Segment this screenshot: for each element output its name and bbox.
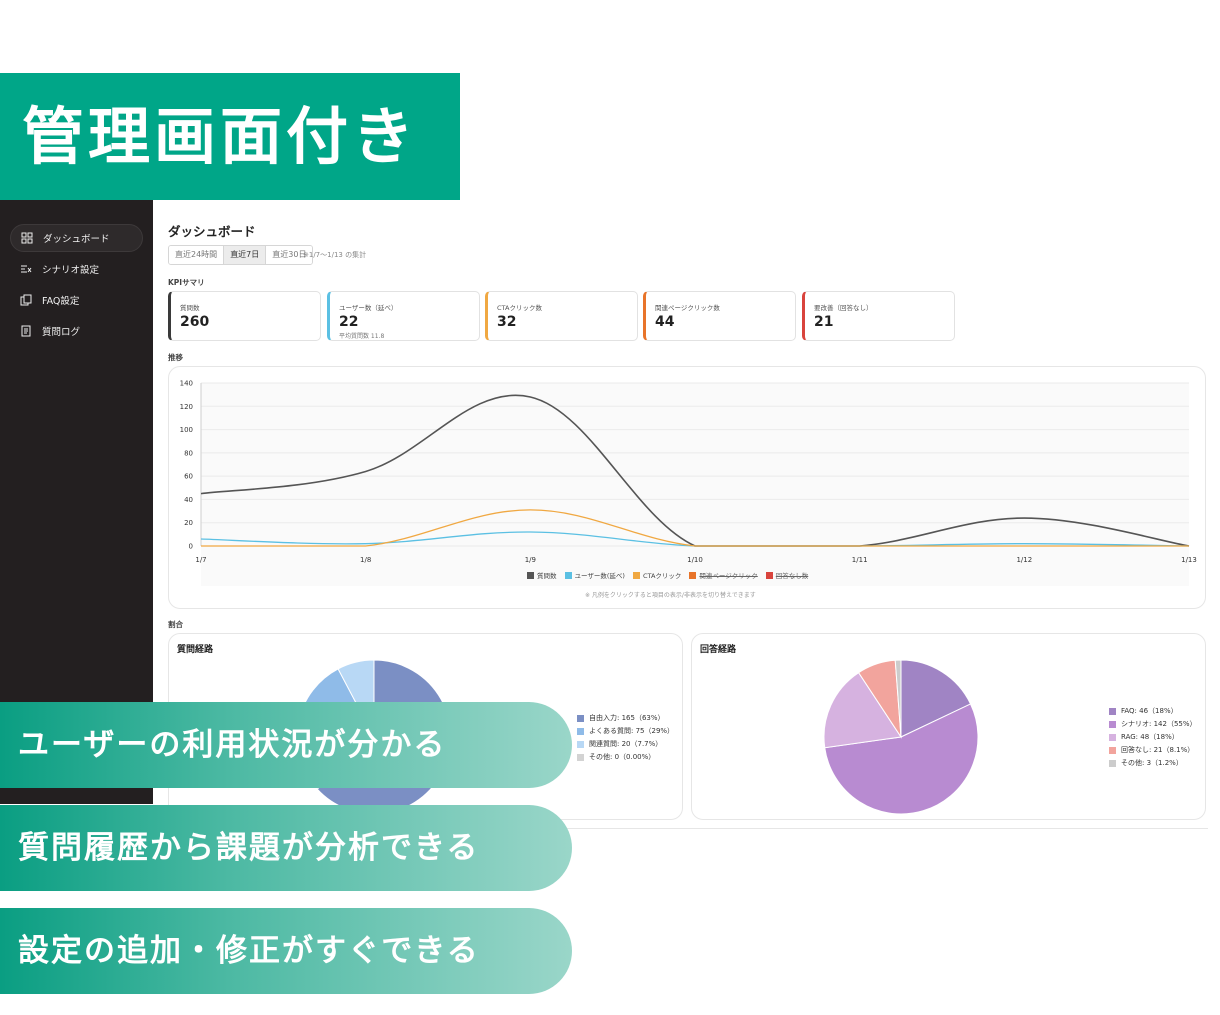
kpi-label: 要改善（回答なし） [814, 304, 873, 312]
feature-pill-usage: ユーザーの利用状況が分かる [0, 702, 572, 788]
legend-label: その他: 0（0.00%） [589, 753, 656, 761]
range-selector: 直近24時間 直近7日 直近30日 [168, 245, 314, 265]
x-tick-label: 1/13 [1181, 556, 1197, 564]
sidebar-item-scenario[interactable]: シナリオ設定 [10, 255, 143, 283]
kpi-value: 260 [180, 314, 210, 330]
answer-route-card: 回答経路 FAQ: 46（18%） シナリオ: 142（55%） RAG: 48… [691, 633, 1206, 820]
kpi-label: 関連ページクリック数 [655, 304, 720, 312]
legend-item-label: CTAクリック [642, 572, 682, 580]
legend-label: 回答なし: 21（8.1%） [1121, 746, 1195, 754]
banner-title: 管理画面付き [22, 100, 419, 173]
kpi-value: 44 [655, 314, 675, 330]
range-note: ※1/7〜1/13 の集計 [303, 251, 367, 259]
y-tick-label: 100 [180, 426, 193, 434]
feature-pill-settings: 設定の追加・修正がすぐできる [0, 908, 572, 994]
pie1-legend-3: その他: 0（0.00%） [577, 752, 655, 762]
pie1-legend-1: よくある質問: 75（29%） [577, 726, 674, 736]
kpi-section-label: KPIサマリ [168, 278, 205, 287]
legend-item-cta[interactable]: CTAクリック [632, 570, 682, 580]
range-24h-button[interactable]: 直近24時間 [169, 246, 225, 264]
trend-legend: 質問数 ユーザー数(延べ) CTAクリック 関連ページクリック 回答なし数 [527, 570, 816, 580]
legend-item-related-page[interactable]: 関連ページクリック [689, 570, 758, 580]
legend-label: FAQ: 46（18%） [1121, 707, 1178, 715]
x-tick-label: 1/7 [195, 556, 206, 564]
legend-item-users[interactable]: ユーザー数(延べ) [564, 570, 625, 580]
kpi-card-users: ユーザー数（延べ） 22 平均質問数 11.8 [327, 291, 480, 341]
legend-label: RAG: 48（18%） [1121, 733, 1179, 741]
legend-item-questions[interactable]: 質問数 [527, 570, 557, 580]
kpi-value: 32 [497, 314, 517, 330]
pie2-legend-2: RAG: 48（18%） [1109, 732, 1179, 742]
sidebar-item-question-log[interactable]: 質問ログ [10, 317, 143, 345]
pie1-legend-2: 関連質問: 20（7.7%） [577, 739, 662, 749]
ratio-section-label: 割合 [168, 620, 183, 629]
trend-section-label: 推移 [168, 353, 183, 362]
kpi-label: ユーザー数（延べ） [339, 304, 398, 312]
kpi-value: 22 [339, 314, 359, 330]
faq-copy-icon [20, 294, 32, 306]
y-tick-label: 20 [184, 519, 193, 527]
y-tick-label: 120 [180, 403, 193, 411]
pie2-legend-3: 回答なし: 21（8.1%） [1109, 745, 1194, 755]
y-tick-label: 140 [180, 380, 193, 388]
sidebar-item-faq[interactable]: FAQ設定 [10, 286, 143, 314]
y-tick-label: 40 [184, 496, 193, 504]
range-7d-button[interactable]: 直近7日 [224, 246, 267, 264]
feature-pill-analysis: 質問履歴から課題が分析できる [0, 805, 572, 891]
kpi-value: 21 [814, 314, 834, 330]
sidebar-item-label: ダッシュボード [43, 234, 110, 245]
sidebar-item-label: シナリオ設定 [42, 265, 100, 276]
dashboard-grid-icon [21, 232, 33, 244]
kpi-card-questions: 質問数 260 [168, 291, 321, 341]
legend-label: 自由入力: 165（63%） [589, 714, 665, 722]
pie2-legend-1: シナリオ: 142（55%） [1109, 719, 1197, 729]
legend-label: その他: 3（1.2%） [1121, 759, 1183, 767]
pie1-legend-0: 自由入力: 165（63%） [577, 713, 665, 723]
x-tick-label: 1/8 [360, 556, 371, 564]
x-tick-label: 1/11 [852, 556, 868, 564]
sidebar-item-label: 質問ログ [42, 327, 81, 338]
legend-label: よくある質問: 75（29%） [589, 727, 675, 735]
y-tick-label: 60 [184, 473, 193, 481]
kpi-card-cta: CTAクリック数 32 [485, 291, 638, 341]
sidebar-item-dashboard[interactable]: ダッシュボード [10, 224, 143, 252]
x-tick-label: 1/12 [1016, 556, 1032, 564]
y-tick-label: 0 [189, 543, 193, 551]
pie2-legend-4: その他: 3（1.2%） [1109, 758, 1183, 768]
pie2-legend-0: FAQ: 46（18%） [1109, 706, 1178, 716]
legend-hint: ※ 凡例をクリックすると項目の表示/非表示を切り替えできます [585, 592, 756, 599]
kpi-label: CTAクリック数 [497, 304, 542, 312]
feature-text: 質問履歴から課題が分析できる [18, 830, 480, 866]
legend-label: 関連質問: 20（7.7%） [589, 740, 663, 748]
page-title: ダッシュボード [168, 224, 256, 239]
kpi-card-no-answer: 要改善（回答なし） 21 [802, 291, 955, 341]
scenario-list-icon [21, 265, 32, 273]
feature-text: ユーザーの利用状況が分かる [18, 727, 447, 763]
title-banner: 管理画面付き [0, 73, 460, 200]
kpi-sub: 平均質問数 11.8 [339, 333, 385, 340]
legend-item-label: 質問数 [537, 572, 557, 580]
sidebar-item-label: FAQ設定 [42, 296, 80, 307]
kpi-card-related-page: 関連ページクリック数 44 [643, 291, 796, 341]
x-tick-label: 1/10 [687, 556, 703, 564]
legend-item-no-answer[interactable]: 回答なし数 [765, 570, 809, 580]
legend-item-label: ユーザー数(延べ) [574, 572, 625, 580]
log-document-icon [21, 325, 31, 337]
legend-item-label: 関連ページクリック [699, 572, 758, 580]
kpi-label: 質問数 [180, 304, 200, 312]
y-tick-label: 80 [184, 449, 193, 457]
legend-item-label: 回答なし数 [775, 572, 809, 580]
x-tick-label: 1/9 [525, 556, 536, 564]
legend-label: シナリオ: 142（55%） [1121, 720, 1197, 728]
feature-text: 設定の追加・修正がすぐできる [18, 933, 480, 969]
